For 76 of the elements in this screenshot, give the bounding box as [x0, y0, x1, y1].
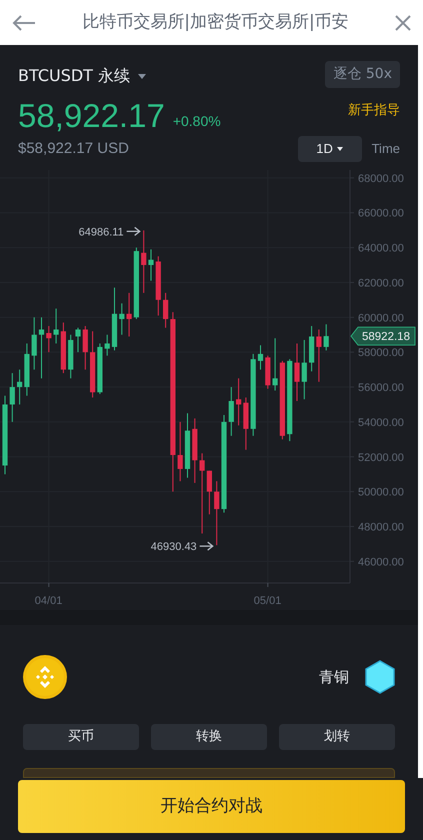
candle: [258, 344, 264, 370]
price-change: +0.80%: [172, 112, 221, 131]
axis-label: 64000.00: [358, 242, 404, 255]
candle: [214, 480, 220, 546]
action-button[interactable]: 买币: [23, 724, 139, 750]
candle: [302, 339, 307, 400]
last-price-tag: 58922.18: [350, 326, 416, 346]
candle: [24, 342, 30, 396]
symbol-label[interactable]: BTCUSDT 永续: [18, 64, 130, 88]
arrow-icon: [199, 542, 214, 551]
usd-price: $58,922.17 USD: [18, 138, 129, 159]
candle: [206, 470, 212, 515]
guide-link[interactable]: 新手指导: [348, 100, 400, 120]
axis-label: 58000.00: [358, 347, 404, 360]
axis-label: 52000.00: [358, 452, 404, 464]
price-annotation: 46930.43: [150, 541, 197, 554]
candle: [272, 338, 278, 392]
candle: [82, 326, 88, 370]
caret-icon[interactable]: [138, 74, 146, 78]
axis-label: 04/01: [34, 595, 62, 607]
candle: [178, 421, 183, 482]
price-value: 58,922.17: [18, 98, 165, 134]
margin-badge[interactable]: 逐仓 50x: [325, 60, 400, 88]
candle: [265, 355, 270, 390]
start-battle-button[interactable]: 开始合约对战: [18, 780, 405, 833]
candle: [228, 386, 234, 436]
candle: [236, 378, 242, 426]
window-title: 比特币交易所|加密货币交易所|币安: [81, 10, 350, 34]
candle: [54, 308, 59, 344]
price-annotation: 64986.11: [78, 226, 124, 238]
action-button[interactable]: 划转: [279, 724, 395, 750]
rank-label: 青铜: [319, 666, 349, 688]
candle: [156, 256, 161, 316]
candle: [141, 230, 146, 294]
axis-label: 68000.00: [358, 172, 404, 185]
close-icon[interactable]: [395, 14, 411, 30]
candle: [294, 342, 300, 402]
interval-selector[interactable]: 1D: [298, 136, 362, 162]
axis-label: 05/01: [254, 595, 282, 607]
candle: [192, 418, 198, 484]
candle: [90, 330, 96, 398]
candle: [184, 412, 190, 478]
candle: [32, 316, 37, 370]
axis-label: 46000.00: [358, 556, 404, 568]
back-icon[interactable]: [12, 14, 36, 32]
candle: [316, 329, 322, 382]
axis-label: 50000.00: [358, 486, 404, 499]
axis-label: 66000.00: [358, 208, 404, 220]
candle: [97, 342, 102, 395]
time-tab[interactable]: Time: [372, 139, 400, 159]
axis-label: 56000.00: [358, 382, 404, 394]
axis-label: 60000.00: [358, 312, 404, 324]
axis-label: 62000.00: [358, 277, 404, 290]
candle: [112, 287, 118, 351]
candle: [60, 322, 66, 374]
candle: [75, 327, 81, 353]
candle: [148, 248, 154, 282]
candle: [309, 326, 314, 372]
candle: [104, 334, 110, 356]
coin-icon: [23, 655, 67, 699]
axis-label: 48000.00: [358, 522, 404, 534]
candle: [243, 397, 248, 450]
candle: [17, 369, 22, 405]
axis-label: 54000.00: [358, 416, 404, 429]
candle: [46, 326, 52, 353]
hexagon-icon: [365, 660, 395, 694]
arrow-icon: [126, 226, 141, 236]
candle: [119, 302, 124, 336]
candle: [68, 334, 74, 379]
action-button[interactable]: 转换: [151, 724, 267, 750]
caret-icon: [336, 147, 343, 151]
candle: [10, 372, 15, 422]
candle: [324, 324, 329, 351]
candle: [163, 292, 168, 328]
candle: [126, 292, 132, 337]
candle: [38, 316, 44, 379]
